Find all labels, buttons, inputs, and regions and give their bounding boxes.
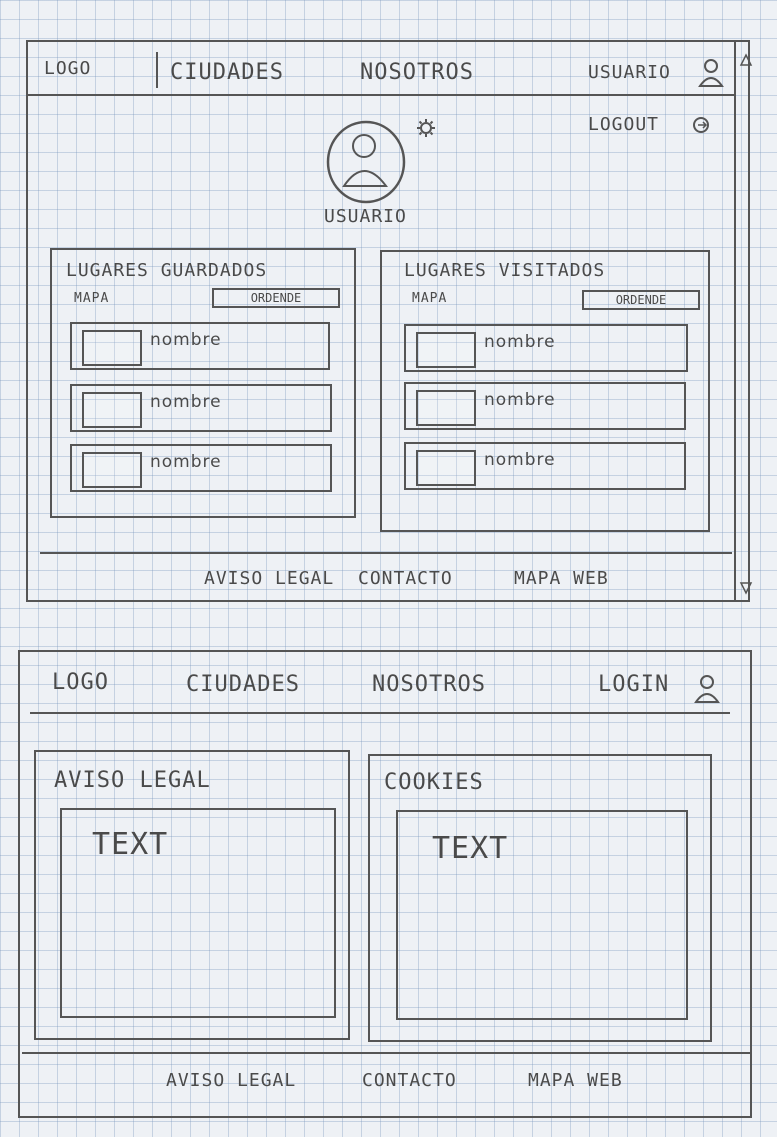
thumbnail-image (82, 452, 142, 488)
saved-places-sort-button[interactable]: ORDENDE (212, 288, 340, 308)
place-name: nombre (484, 390, 556, 410)
nav-link-ciudades[interactable]: CIUDADES (186, 674, 300, 696)
legal-title: AVISO LEGAL (54, 768, 211, 793)
cookies-text: TEXT (432, 831, 509, 866)
place-name: nombre (150, 330, 222, 350)
nav-link-ciudades[interactable]: CIUDADES (170, 62, 284, 84)
saved-place-item[interactable]: nombre (70, 384, 332, 432)
place-name: nombre (484, 450, 556, 470)
profile-username: USUARIO (324, 206, 407, 227)
thumbnail-image (82, 392, 142, 428)
thumbnail-image (416, 390, 476, 426)
visited-places-map-link[interactable]: MAPA (412, 292, 447, 305)
saved-place-item[interactable]: nombre (70, 322, 330, 370)
footer-link-mapa-web[interactable]: MAPA WEB (514, 570, 609, 588)
saved-places-map-link[interactable]: MAPA (74, 292, 109, 305)
legal-text: TEXT (92, 827, 169, 862)
visited-place-item[interactable]: nombre (404, 324, 688, 372)
visited-place-item[interactable]: nombre (404, 442, 686, 490)
place-name: nombre (150, 452, 222, 472)
avatar-icon[interactable] (314, 116, 420, 206)
header-bottom-line (28, 94, 734, 96)
scrollbar-track[interactable] (734, 42, 736, 600)
logout-icon[interactable] (692, 116, 710, 134)
place-name: nombre (150, 392, 222, 412)
footer-link-contacto[interactable]: CONTACTO (362, 1072, 457, 1090)
footer-top-line (22, 1052, 750, 1054)
thumbnail-image (416, 332, 476, 368)
visited-place-item[interactable]: nombre (404, 382, 686, 430)
footer-link-aviso-legal[interactable]: AVISO LEGAL (204, 570, 334, 588)
cookies-title: COOKIES (384, 770, 484, 795)
nav-link-nosotros[interactable]: NOSOTROS (372, 674, 486, 696)
user-label[interactable]: USUARIO (588, 64, 671, 82)
footer-link-mapa-web[interactable]: MAPA WEB (528, 1072, 623, 1090)
person-icon[interactable] (694, 674, 720, 704)
logo[interactable]: LOGO (52, 672, 109, 694)
scroll-down-icon[interactable] (739, 582, 753, 595)
user-icon[interactable] (698, 58, 724, 88)
gear-icon[interactable] (416, 118, 436, 138)
footer-top-line (40, 552, 732, 554)
footer-link-contacto[interactable]: CONTACTO (358, 570, 453, 588)
login-link[interactable]: LOGIN (598, 674, 669, 696)
header-divider (156, 52, 158, 88)
saved-places-title: LUGARES GUARDADOS (66, 260, 268, 281)
place-name: nombre (484, 332, 556, 352)
nav-link-nosotros[interactable]: NOSOTROS (360, 62, 474, 84)
visited-places-title: LUGARES VISITADOS (404, 260, 606, 281)
footer-link-aviso-legal[interactable]: AVISO LEGAL (166, 1072, 296, 1090)
visited-places-sort-button[interactable]: ORDENDE (582, 290, 700, 310)
thumbnail-image (82, 330, 142, 366)
logout-link[interactable]: LOGOUT (588, 116, 659, 134)
header-bottom-line (30, 712, 730, 714)
logo[interactable]: LOGO (44, 60, 91, 78)
thumbnail-image (416, 450, 476, 486)
scroll-up-icon[interactable] (739, 53, 753, 66)
saved-place-item[interactable]: nombre (70, 444, 332, 492)
